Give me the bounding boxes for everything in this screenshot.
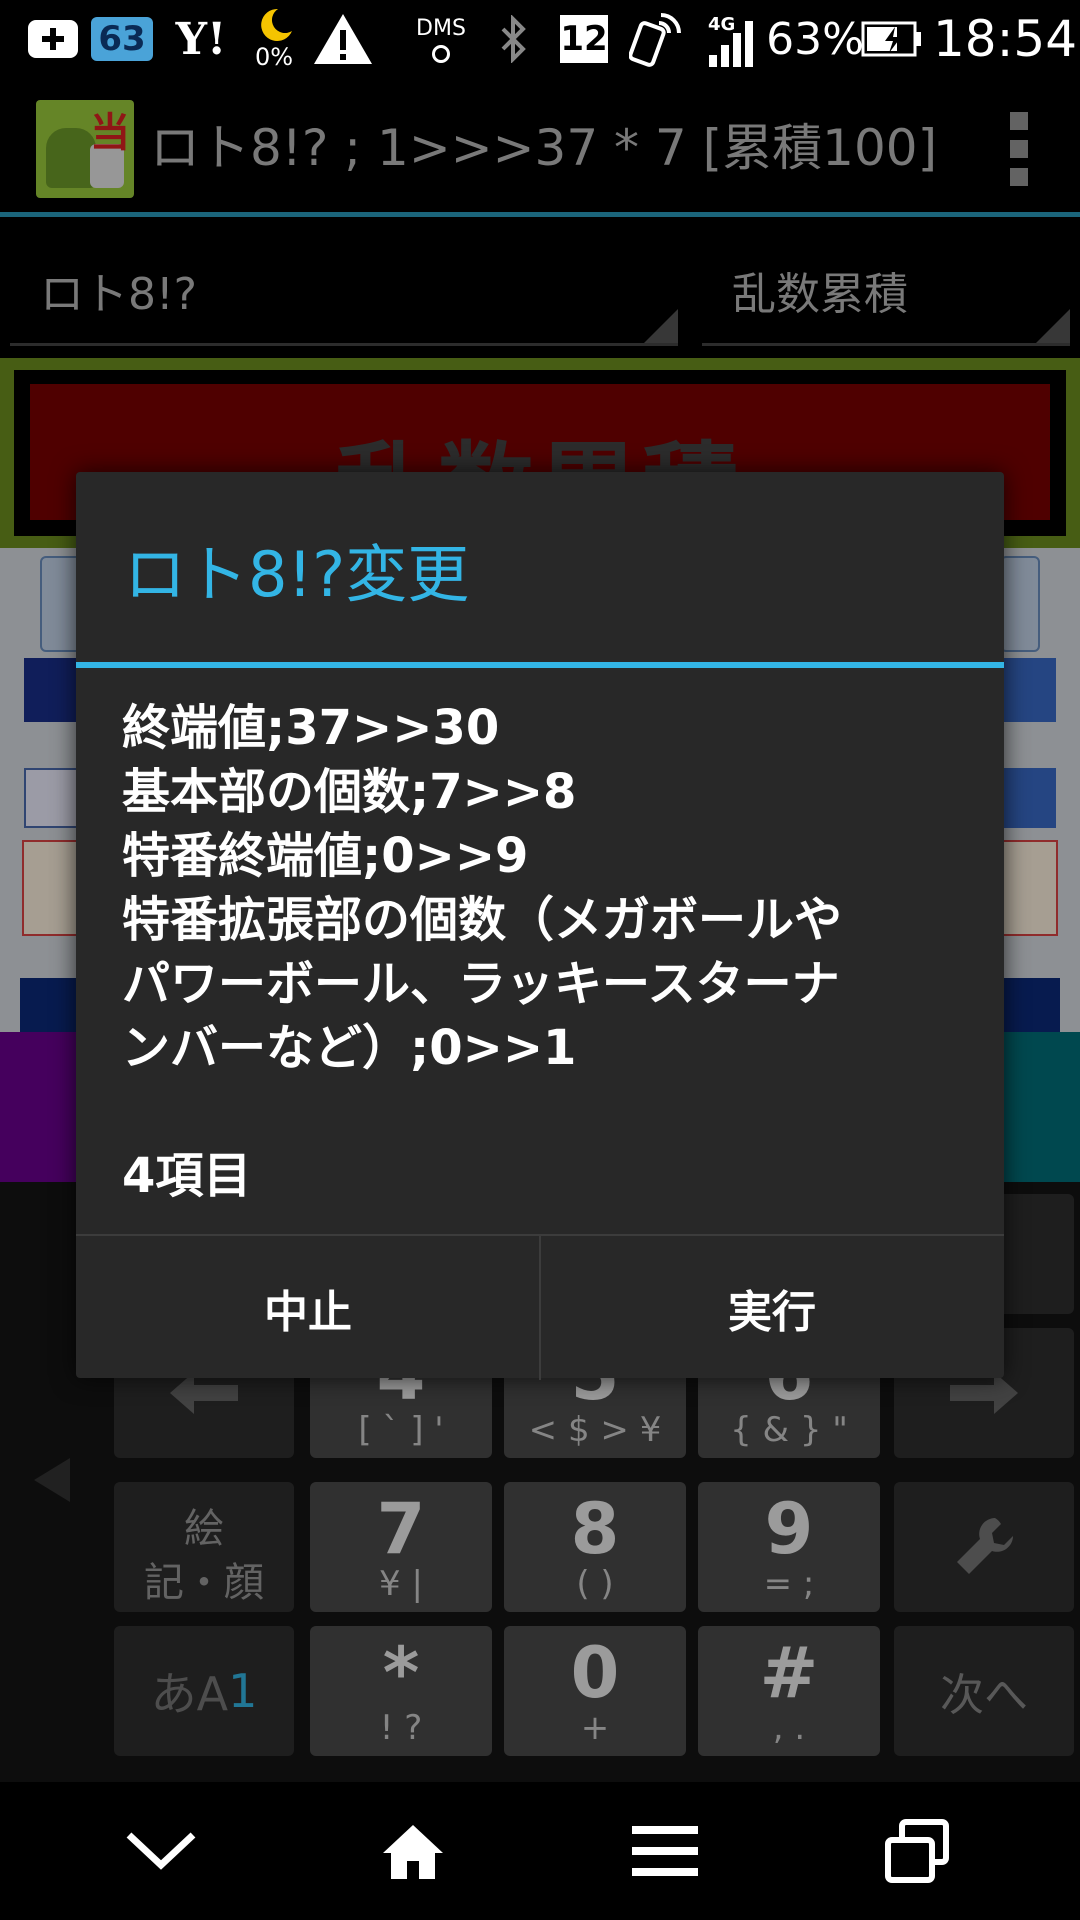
calendar-day: 12: [560, 15, 608, 63]
moon-icon: 0%: [246, 0, 302, 78]
dialog-line: ンバーなど）;0>>1: [122, 1020, 577, 1076]
dms-circle-icon: [432, 44, 450, 63]
battery-widget-value: 63: [91, 17, 153, 61]
dms-label: DMS: [416, 15, 466, 41]
home-icon: [383, 1825, 443, 1879]
dialog-line: 基本部の個数;7>>8: [122, 764, 577, 820]
menu-button[interactable]: [620, 1806, 710, 1896]
battery-charging-icon: [860, 0, 924, 78]
battery-widget-icon: 63: [88, 0, 156, 78]
dialog-title-divider: [76, 662, 1004, 668]
dialog-line: パワーボール、ラッキースターナ: [122, 956, 840, 1012]
moon-percent: 0%: [254, 43, 294, 71]
dialog-line: 特番拡張部の個数（メガボールや: [122, 892, 843, 948]
calendar-icon: 12: [558, 0, 610, 78]
clock: 18:54: [932, 10, 1078, 68]
cancel-button[interactable]: 中止: [76, 1236, 540, 1380]
recent-apps-icon: [885, 1819, 949, 1883]
dialog-title: ロト8!?変更: [124, 538, 470, 611]
menu-icon: [632, 1826, 698, 1876]
bluetooth-icon: [492, 0, 536, 78]
execute-button[interactable]: 実行: [540, 1236, 1004, 1380]
dms-icon: DMS: [408, 0, 474, 78]
home-button[interactable]: [368, 1806, 458, 1896]
navigation-bar: [0, 1782, 1080, 1920]
status-bar: 63 Y! 0% DMS 12 4G 63% 18:54: [0, 0, 1080, 78]
change-dialog: ロト8!?変更 終端値;37>>30 基本部の個数;7>>8 特番終端値;0>>…: [76, 472, 1004, 1380]
dialog-line: 特番終端値;0>>9: [122, 828, 529, 884]
warning-icon: [310, 0, 376, 78]
dialog-line: 終端値;37>>30: [122, 700, 500, 756]
dialog-item-count: 4項目: [122, 1148, 252, 1204]
signal-icon: 4G: [704, 0, 760, 78]
chevron-down-icon: [126, 1832, 196, 1870]
hide-keyboard-button[interactable]: [116, 1806, 206, 1896]
add-icon: [26, 0, 80, 78]
dialog-message: 終端値;37>>30 基本部の個数;7>>8 特番終端値;0>>9 特番拡張部の…: [122, 696, 972, 1208]
dialog-button-bar: 中止 実行: [76, 1234, 1004, 1380]
nfc-phone-icon: [626, 0, 686, 78]
network-type: 4G: [708, 14, 736, 35]
yahoo-icon: Y!: [175, 13, 227, 65]
recent-apps-button[interactable]: [872, 1806, 962, 1896]
battery-percent: 63%: [766, 13, 864, 65]
